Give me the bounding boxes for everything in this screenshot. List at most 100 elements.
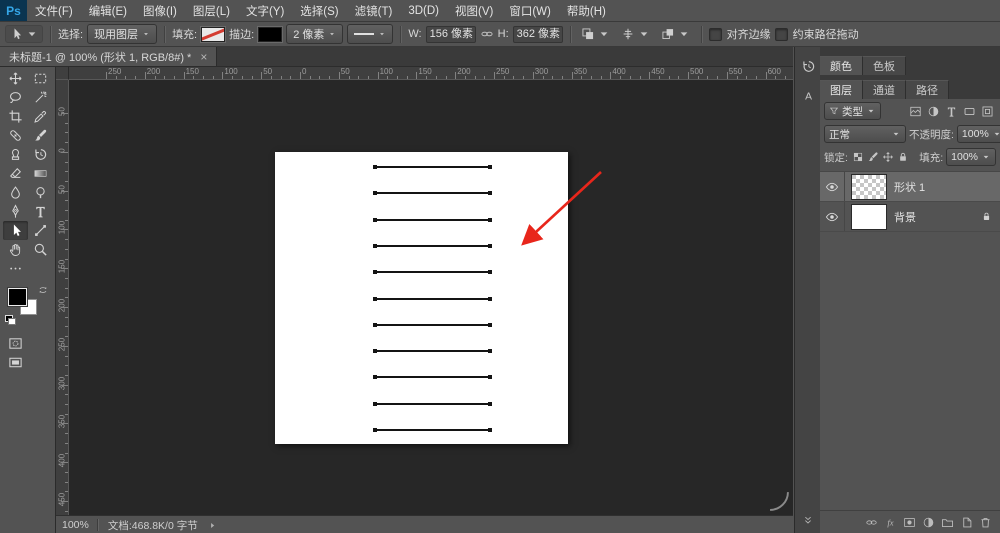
swap-colors-icon[interactable] <box>38 285 48 295</box>
clone-stamp-tool[interactable] <box>3 145 28 164</box>
document-canvas[interactable] <box>275 152 568 444</box>
link-dimensions-icon[interactable] <box>480 27 494 41</box>
document-tab[interactable]: 未标题-1 @ 100% (形状 1, RGB/8#) * × <box>0 47 218 66</box>
move-tool[interactable] <box>3 69 28 88</box>
healing-brush-tool[interactable] <box>3 126 28 145</box>
eyedropper-tool[interactable] <box>28 107 53 126</box>
quick-mask-button[interactable] <box>3 334 28 353</box>
stroke-color-swatch[interactable] <box>258 26 283 42</box>
filter-type-layers-icon[interactable] <box>942 103 960 119</box>
menu-item-9[interactable]: 视图(V) <box>447 0 501 21</box>
edit-toolbar-button[interactable] <box>3 259 28 278</box>
default-colors-icon[interactable] <box>5 315 16 325</box>
constrain-path-checkbox[interactable]: 约束路径拖动 <box>774 26 859 42</box>
vertical-ruler[interactable]: 50 0 50 100 150 200 250 300 350 400 450 <box>56 79 69 515</box>
delete-layer-button[interactable] <box>979 516 992 529</box>
lock-transparency-icon[interactable] <box>851 149 866 165</box>
layer-row[interactable]: 背景 <box>820 202 1000 232</box>
menu-item-2[interactable]: 编辑(E) <box>81 0 135 21</box>
screen-mode-button[interactable] <box>3 353 28 372</box>
menu-item-10[interactable]: 窗口(W) <box>501 0 559 21</box>
canvas-resize-grip[interactable] <box>768 490 790 512</box>
layer-row[interactable]: 形状 1 <box>820 172 1000 202</box>
type-tool[interactable] <box>28 202 53 221</box>
eraser-tool[interactable] <box>3 164 28 183</box>
layer-style-button[interactable]: fx <box>884 516 897 529</box>
zoom-level-field[interactable]: 100% <box>56 519 97 531</box>
menu-item-1[interactable]: 文件(F) <box>27 0 81 21</box>
stroke-width-dropdown[interactable]: 2 像素 <box>286 24 344 44</box>
layer-filter-dropdown[interactable]: 类型 <box>824 102 881 120</box>
brush-tool[interactable] <box>28 126 53 145</box>
blur-tool[interactable] <box>3 183 28 202</box>
marquee-tool[interactable] <box>28 69 53 88</box>
canvas-area[interactable]: 250 200 150 100 50 0 50 100 150 200 250 300 350 400 45… <box>56 66 793 515</box>
lock-pixels-icon[interactable] <box>866 149 881 165</box>
opacity-dropdown[interactable]: 100% <box>956 125 1000 143</box>
tab-layers[interactable]: 图层 <box>820 80 863 99</box>
app-logo[interactable]: Ps <box>0 0 27 21</box>
new-group-button[interactable] <box>941 516 954 529</box>
new-layer-button[interactable] <box>960 516 973 529</box>
foreground-color-swatch[interactable] <box>8 288 27 306</box>
select-mode-dropdown[interactable]: 现用图层 <box>87 24 158 44</box>
magic-wand-tool[interactable] <box>28 88 53 107</box>
height-label: H: <box>497 28 509 40</box>
history-brush-tool[interactable] <box>28 145 53 164</box>
filter-shape-layers-icon[interactable] <box>960 103 978 119</box>
line-tool[interactable] <box>28 221 53 240</box>
shape-line <box>375 350 490 353</box>
fill-opacity-dropdown[interactable]: 100% <box>946 148 996 166</box>
pen-tool[interactable] <box>3 202 28 221</box>
status-menu-icon[interactable] <box>208 521 217 530</box>
ruler-corner[interactable] <box>56 66 69 80</box>
tab-channels[interactable]: 通道 <box>863 80 906 99</box>
close-tab-icon[interactable]: × <box>200 51 207 63</box>
menu-item-6[interactable]: 选择(S) <box>292 0 346 21</box>
menu-item-11[interactable]: 帮助(H) <box>559 0 614 21</box>
new-adjustment-layer-button[interactable] <box>922 516 935 529</box>
filter-smart-objects-icon[interactable] <box>978 103 996 119</box>
shape-width-field[interactable]: 156 像素 <box>425 25 476 43</box>
gradient-tool[interactable] <box>28 164 53 183</box>
layer-visibility-eye-icon[interactable] <box>820 202 845 231</box>
stroke-style-dropdown[interactable] <box>347 24 394 44</box>
fill-color-swatch[interactable] <box>201 26 226 42</box>
menu-item-3[interactable]: 图像(I) <box>135 0 185 21</box>
tab-paths[interactable]: 路径 <box>906 80 949 99</box>
dodge-tool[interactable] <box>28 183 53 202</box>
path-alignment-dropdown[interactable] <box>618 25 654 43</box>
shape-height-field[interactable]: 362 像素 <box>512 25 563 43</box>
layer-thumbnail[interactable] <box>851 203 887 230</box>
path-operations-dropdown[interactable] <box>578 25 614 43</box>
layer-visibility-eye-icon[interactable] <box>820 172 845 201</box>
filter-adjustment-layers-icon[interactable] <box>924 103 942 119</box>
filter-pixel-layers-icon[interactable] <box>906 103 924 119</box>
history-panel-button[interactable] <box>798 56 818 76</box>
link-layers-button[interactable] <box>865 516 878 529</box>
ruler-label: 50 <box>340 67 350 76</box>
menu-item-4[interactable]: 图层(L) <box>185 0 238 21</box>
lock-position-icon[interactable] <box>881 149 896 165</box>
menu-item-5[interactable]: 文字(Y) <box>238 0 292 21</box>
menu-item-7[interactable]: 滤镜(T) <box>347 0 401 21</box>
path-selection-tool[interactable] <box>2 221 28 240</box>
horizontal-ruler[interactable]: 250 200 150 100 50 0 50 100 150 200 250 300 350 400 45… <box>68 66 793 80</box>
lasso-tool[interactable] <box>3 88 28 107</box>
hand-tool[interactable] <box>3 240 28 259</box>
align-edges-checkbox[interactable]: 对齐边缘 <box>708 26 771 42</box>
collapse-dock-icon[interactable] <box>802 514 814 526</box>
layer-thumbnail[interactable] <box>851 173 887 200</box>
path-arrangement-dropdown[interactable] <box>658 25 694 43</box>
add-layer-mask-button[interactable] <box>903 516 916 529</box>
tab-color[interactable]: 颜色 <box>820 56 863 75</box>
tab-swatches[interactable]: 色板 <box>863 56 906 75</box>
blend-mode-dropdown[interactable]: 正常 <box>824 125 906 143</box>
lock-all-icon[interactable] <box>896 149 911 165</box>
character-panel-button[interactable]: A <box>798 85 818 105</box>
zoom-tool[interactable] <box>28 240 53 259</box>
chevron-down-icon <box>677 27 691 41</box>
crop-tool[interactable] <box>3 107 28 126</box>
menu-item-8[interactable]: 3D(D) <box>400 0 447 21</box>
current-tool-preset[interactable] <box>5 25 43 43</box>
